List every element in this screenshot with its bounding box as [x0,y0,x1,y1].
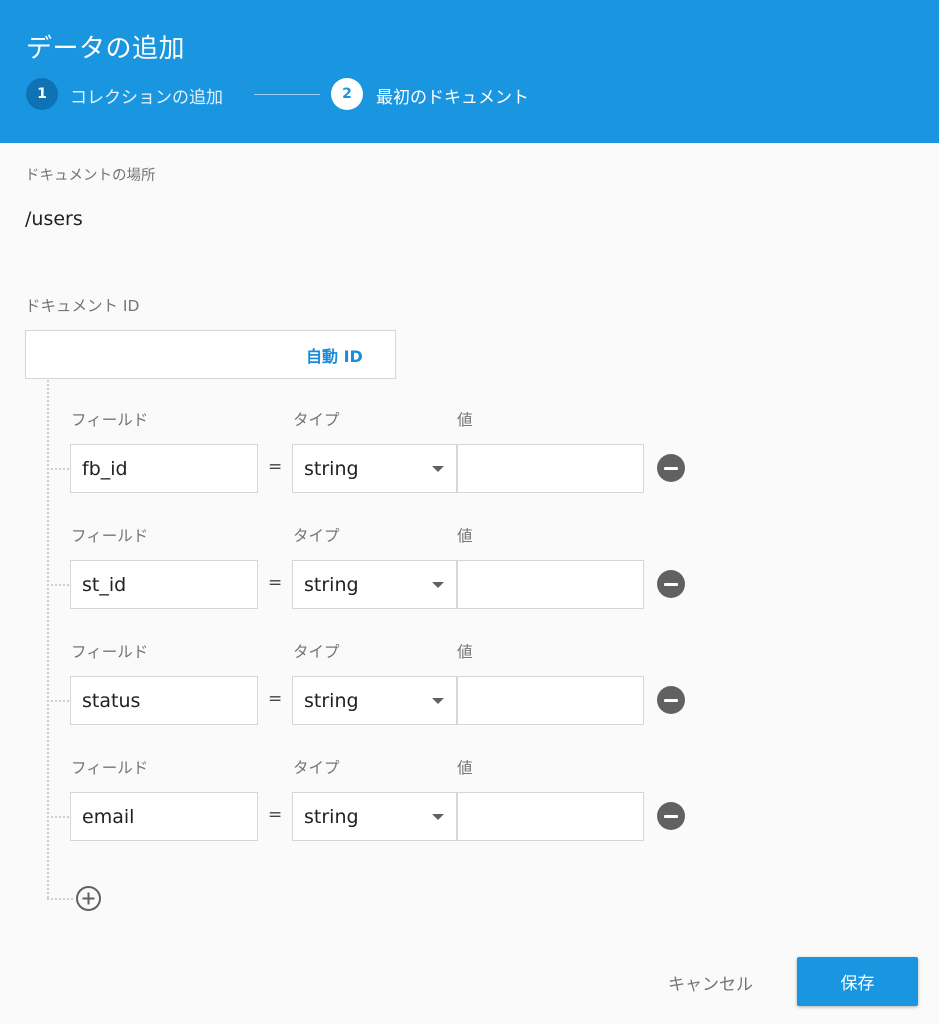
field-value-input[interactable] [457,676,644,725]
field-name-input[interactable]: st_id [70,560,258,609]
step-2-label: 最初のドキュメント [376,88,529,108]
tree-connector-branch [47,898,73,900]
type-column-label: タイプ [293,411,340,429]
tree-connector-branch [47,816,69,818]
type-select-value: string [304,689,359,712]
tree-connector-vertical [47,380,49,898]
field-column-label: フィールド [71,527,149,545]
value-column-label: 値 [457,527,473,545]
type-select[interactable]: string [292,444,457,493]
type-column-label: タイプ [293,759,340,777]
add-circle-icon [76,886,101,911]
field-value-input[interactable] [457,792,644,841]
dialog-header: データの追加 1 コレクションの追加 2 最初のドキュメント [0,0,939,143]
dropdown-arrow-icon [432,466,444,472]
tree-connector-branch [47,468,69,470]
type-select[interactable]: string [292,560,457,609]
value-column-label: 値 [457,411,473,429]
value-column-label: 値 [457,643,473,661]
remove-field-icon[interactable] [657,686,685,714]
field-column-label: フィールド [71,411,149,429]
field-value-input[interactable] [457,560,644,609]
type-column-label: タイプ [293,643,340,661]
tree-connector-branch [47,584,69,586]
dialog-title: データの追加 [26,34,186,64]
equals-sign: = [268,689,283,709]
field-name-input[interactable]: email [70,792,258,841]
document-location-label: ドキュメントの場所 [25,168,156,184]
equals-sign: = [268,805,283,825]
save-button[interactable]: 保存 [797,957,918,1006]
document-id-field: 自動 ID [25,330,396,379]
field-column-label: フィールド [71,643,149,661]
type-select[interactable]: string [292,676,457,725]
document-id-label: ドキュメント ID [25,297,140,315]
document-path: /users [25,208,83,230]
type-column-label: タイプ [293,527,340,545]
equals-sign: = [268,457,283,477]
type-select[interactable]: string [292,792,457,841]
step-1-number: 1 [26,78,58,110]
field-name-input[interactable]: fb_id [70,444,258,493]
field-name-input[interactable]: status [70,676,258,725]
value-column-label: 値 [457,759,473,777]
add-field-button[interactable] [75,885,102,912]
remove-field-icon[interactable] [657,454,685,482]
field-value-input[interactable] [457,444,644,493]
type-select-value: string [304,573,359,596]
tree-connector-branch [47,700,69,702]
cancel-button[interactable]: キャンセル [668,970,753,995]
equals-sign: = [268,573,283,593]
dropdown-arrow-icon [432,582,444,588]
step-2-number: 2 [331,78,363,110]
step-connector [254,94,320,95]
dropdown-arrow-icon [432,698,444,704]
type-select-value: string [304,805,359,828]
step-1-label: コレクションの追加 [70,88,223,108]
document-id-input[interactable] [26,331,296,378]
auto-id-button[interactable]: 自動 ID [306,343,363,367]
type-select-value: string [304,457,359,480]
dropdown-arrow-icon [432,814,444,820]
remove-field-icon[interactable] [657,802,685,830]
remove-field-icon[interactable] [657,570,685,598]
field-column-label: フィールド [71,759,149,777]
